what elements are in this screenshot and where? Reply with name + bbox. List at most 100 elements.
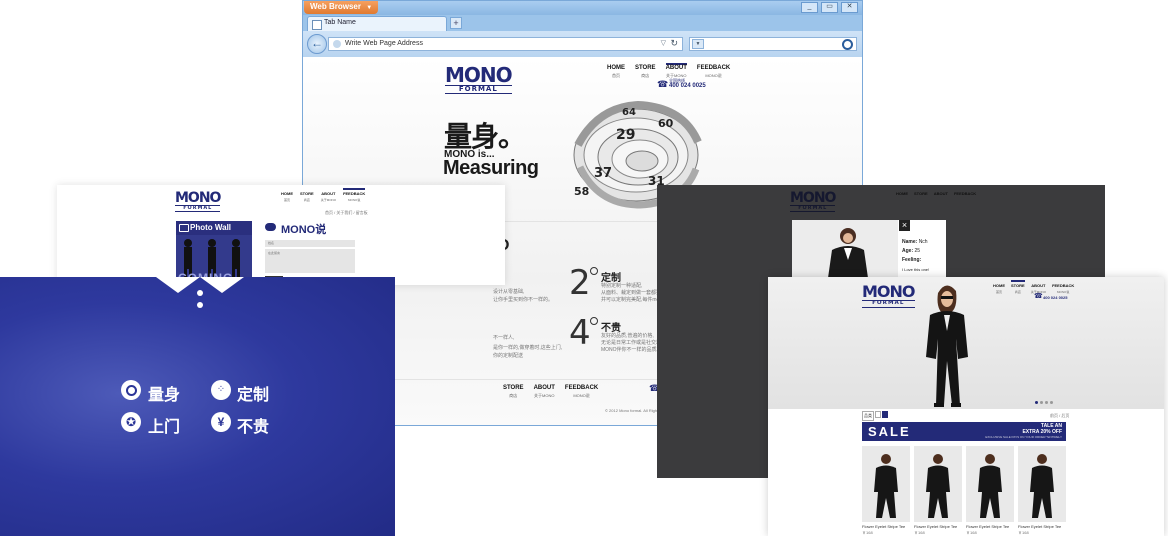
close-window-button[interactable]: ✕ [841, 2, 858, 13]
feature-title: 不贵 [601, 323, 621, 334]
product-price: ￥168 [914, 530, 925, 535]
product-card[interactable]: Flower Eyelet Stripe Tee ￥168 [914, 446, 962, 535]
feeling-label: Feeling: [902, 257, 922, 263]
feature-number: 2 [569, 263, 591, 303]
close-icon: × [901, 220, 908, 230]
name-label: Name: [902, 239, 918, 245]
hero-model-image [926, 285, 968, 407]
footer-nav-about[interactable]: ABOUT 关于MONO [534, 385, 555, 399]
address-bar[interactable]: Write Web Page Address ▽ ↻ [328, 37, 683, 51]
feature-text: MONO伴你不一样的品质。 [601, 347, 662, 353]
filter-tab[interactable] [875, 411, 881, 418]
feature-label: 量身 [148, 387, 181, 404]
name-placeholder: 姓名 [268, 241, 275, 245]
nav-feedback[interactable]: FEEDBACK MONO说 [343, 188, 366, 204]
sale-note: EXCLUSIVE SALE PAYS ON YOUR ORDER *ENTIR… [985, 435, 1062, 439]
product-image [914, 446, 962, 522]
carousel-dot[interactable] [1035, 401, 1038, 404]
sale-title: SALE [868, 424, 911, 439]
product-card[interactable]: Flower Eyelet Stripe Tee ￥168 [862, 446, 910, 535]
nav-home[interactable]: HOME 首页 [607, 65, 625, 79]
nav-home[interactable]: HOME 首页 [993, 282, 1005, 296]
hero-subtitle-2: Measuring [443, 157, 539, 179]
nav-about[interactable]: ABOUT [934, 190, 948, 197]
speech-bubble-icon [265, 223, 276, 231]
app-menu-button[interactable]: Web Browser ▼ [304, 1, 378, 14]
site-logo[interactable]: MONO FORMAL [445, 65, 513, 94]
mono-say-heading: MONO说 [281, 224, 327, 236]
profile-popup: Name: Nch Age: 25 Feeling: I Love this o… [792, 220, 946, 278]
camera-icon [179, 224, 189, 232]
new-tab-button[interactable]: + [450, 17, 462, 29]
search-icon[interactable] [842, 39, 853, 50]
button-icon: ⁘ [211, 380, 231, 400]
product-price: ￥168 [862, 530, 873, 535]
message-placeholder: 在此留言 [268, 251, 281, 255]
category-filter[interactable]: 品类 [862, 411, 888, 421]
sale-banner[interactable]: SALE TALE AN EXTRA 20% OFF EXCLUSIVE SAL… [862, 422, 1066, 441]
pager[interactable]: 前页 / 后页 [1050, 412, 1069, 419]
nav-home[interactable]: HOME 首页 [281, 190, 293, 204]
carousel-dots [1035, 401, 1053, 404]
site-nav: HOME 首页 STORE 商店 ABOUT 关于MONO FEEDBACK MONO说 [607, 63, 730, 79]
popup-close-button[interactable]: × [899, 220, 910, 231]
footer-nav-feedback[interactable]: FEEDBACK MONO说 [565, 385, 598, 399]
browser-titlebar [303, 1, 862, 15]
product-name: Flower Eyelet Stripe Tee [914, 524, 958, 529]
nav-home[interactable]: HOME [896, 190, 908, 197]
feature-label: 定制 [237, 387, 270, 404]
search-bar[interactable]: ▼ [689, 37, 857, 51]
product-image [966, 446, 1014, 522]
footer-nav: STORE 商店 ABOUT 关于MONO FEEDBACK MONO说 [503, 385, 598, 399]
back-button[interactable]: ← [307, 34, 327, 54]
message-textarea[interactable]: 在此留言 [265, 249, 355, 273]
back-arrow-icon: ← [311, 36, 323, 50]
left-text-line: 你的定制配送 [493, 353, 524, 359]
browser-tab[interactable]: Tab Name [307, 16, 447, 31]
left-text-line: 让你手里买到你不一样的。 [493, 297, 554, 303]
phone-icon: ☎ [1034, 293, 1043, 300]
nav-about[interactable]: ABOUT 关于MONO [665, 63, 687, 79]
left-text-line: 设计从零基础, [493, 289, 525, 295]
minimize-button[interactable]: _ [801, 2, 818, 13]
footer-nav-store[interactable]: STORE 商店 [503, 385, 524, 399]
site-logo[interactable]: MONO FORMAL [175, 191, 221, 212]
product-card[interactable]: Flower Eyelet Stripe Tee ￥168 [1018, 446, 1066, 535]
site-nav: HOME 首页 STORE 商店 ABOUT 关于MONO FEEDBACK MONO说 [281, 188, 366, 204]
svg-text:64: 64 [622, 107, 636, 118]
carousel-dot[interactable] [1040, 401, 1043, 404]
name-input[interactable]: 姓名 [265, 240, 355, 247]
site-logo[interactable]: MONO FORMAL [862, 284, 916, 308]
product-image [862, 446, 910, 522]
carousel-dot[interactable] [1045, 401, 1048, 404]
circle-icon [590, 267, 598, 275]
page-icon [312, 20, 322, 30]
carousel-dot[interactable] [1050, 401, 1053, 404]
nav-store[interactable]: STORE [914, 190, 928, 197]
site-logo[interactable]: MONO FORMAL [790, 191, 836, 212]
left-text-line: 是你一样的,做穿着时,这些上门, [493, 345, 563, 351]
search-engine-dropdown[interactable]: ▼ [692, 39, 704, 49]
product-grid: Flower Eyelet Stripe Tee ￥168 Flower Eye… [862, 446, 1066, 536]
nav-store[interactable]: STORE 商店 [1011, 280, 1025, 296]
nav-store[interactable]: STORE 商店 [300, 190, 314, 204]
profile-info: Name: Nch Age: 25 Feeling: I Love this o… [902, 238, 929, 274]
nav-store[interactable]: STORE 商店 [635, 65, 656, 79]
app-menu-label: Web Browser [310, 2, 361, 11]
nav-feedback[interactable]: FEEDBACK MONO说 [697, 65, 730, 79]
dropdown-icon[interactable]: ▽ [661, 39, 666, 47]
phone-number: 400 024 0025 [1043, 295, 1068, 300]
address-input[interactable]: Write Web Page Address [345, 40, 423, 47]
photo-wall-panel[interactable]: Photo Wall COMING [176, 221, 252, 285]
product-card[interactable]: Flower Eyelet Stripe Tee ￥168 [966, 446, 1014, 535]
maximize-button[interactable]: ▭ [821, 2, 838, 13]
filter-tab-active[interactable] [882, 411, 888, 418]
nav-feedback[interactable]: FEEDBACK [954, 190, 976, 197]
nav-feedback[interactable]: FEEDBACK MONO说 [1052, 282, 1074, 296]
refresh-icon[interactable]: ↻ [670, 38, 678, 49]
product-name: Flower Eyelet Stripe Tee [862, 524, 906, 529]
feature-text: 特别定制一种适配, [601, 283, 643, 289]
blue-features-panel: 量身 ⁘ 定制 ✪ 上门 ¥ 不贵 [0, 277, 395, 536]
nav-about[interactable]: ABOUT 关于MONO [321, 190, 336, 204]
svg-text:60: 60 [658, 117, 674, 130]
